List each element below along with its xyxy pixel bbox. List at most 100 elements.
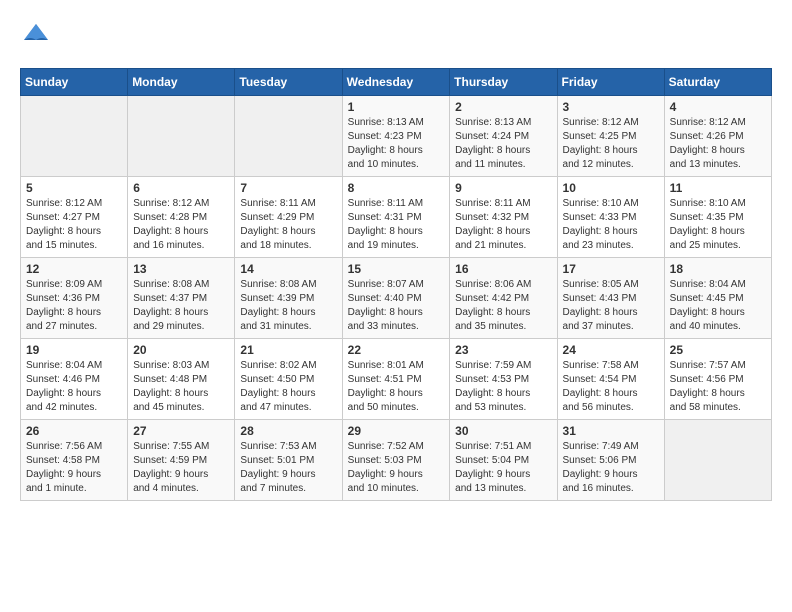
weekday-header-tuesday: Tuesday — [235, 69, 342, 96]
day-number: 17 — [563, 262, 659, 276]
day-cell: 17 Sunrise: 8:05 AM Sunset: 4:43 PM Dayli… — [557, 258, 664, 339]
day-number: 16 — [455, 262, 551, 276]
day-cell: 22Sunrise: 8:01 AM Sunset: 4:51 PM Dayli… — [342, 339, 450, 420]
day-cell: 16 Sunrise: 8:06 AM Sunset: 4:42 PM Dayli… — [450, 258, 557, 339]
day-info: Sunrise: 7:52 AM Sunset: 5:03 PM Dayligh… — [348, 440, 445, 496]
day-number: 23 — [455, 343, 551, 357]
day-info: Sunrise: 7:51 AM Sunset: 5:04 PM Dayligh… — [455, 440, 551, 496]
day-info: Sunrise: 8:11 AM Sunset: 4:32 PM Dayligh… — [455, 197, 551, 253]
day-info: Sunrise: 8:08 AM Sunset: 4:39 PM Dayligh… — [240, 278, 336, 334]
day-info: Sunrise: 8:07 AM Sunset: 4:40 PM Dayligh… — [348, 278, 445, 334]
week-row-1: 1 Sunrise: 8:13 AM Sunset: 4:23 PM Daylig… — [21, 96, 772, 177]
day-number: 28 — [240, 424, 336, 438]
weekday-header-sunday: Sunday — [21, 69, 128, 96]
day-number: 4 — [670, 100, 766, 114]
day-cell — [664, 420, 771, 501]
day-info: Sunrise: 8:04 AM Sunset: 4:46 PM Dayligh… — [26, 359, 122, 415]
day-number: 2 — [455, 100, 551, 114]
day-cell: 31 Sunrise: 7:49 AM Sunset: 5:06 PM Dayli… — [557, 420, 664, 501]
day-info: Sunrise: 8:12 AM Sunset: 4:28 PM Dayligh… — [133, 197, 229, 253]
day-number: 9 — [455, 181, 551, 195]
day-cell: 30Sunrise: 7:51 AM Sunset: 5:04 PM Dayli… — [450, 420, 557, 501]
day-cell: 10 Sunrise: 8:10 AM Sunset: 4:33 PM Dayli… — [557, 177, 664, 258]
day-number: 31 — [563, 424, 659, 438]
weekday-header-friday: Friday — [557, 69, 664, 96]
day-info: Sunrise: 8:11 AM Sunset: 4:29 PM Dayligh… — [240, 197, 336, 253]
day-number: 11 — [670, 181, 766, 195]
weekday-header-saturday: Saturday — [664, 69, 771, 96]
day-info: Sunrise: 8:12 AM Sunset: 4:25 PM Dayligh… — [563, 116, 659, 172]
logo-icon — [20, 20, 52, 52]
day-info: Sunrise: 7:56 AM Sunset: 4:58 PM Dayligh… — [26, 440, 122, 496]
day-cell: 5Sunrise: 8:12 AM Sunset: 4:27 PM Daylig… — [21, 177, 128, 258]
day-info: Sunrise: 7:49 AM Sunset: 5:06 PM Dayligh… — [563, 440, 659, 496]
day-info: Sunrise: 7:58 AM Sunset: 4:54 PM Dayligh… — [563, 359, 659, 415]
day-info: Sunrise: 7:59 AM Sunset: 4:53 PM Dayligh… — [455, 359, 551, 415]
day-cell — [235, 96, 342, 177]
day-number: 15 — [348, 262, 445, 276]
day-cell: 18 Sunrise: 8:04 AM Sunset: 4:45 PM Dayli… — [664, 258, 771, 339]
day-cell: 14Sunrise: 8:08 AM Sunset: 4:39 PM Dayli… — [235, 258, 342, 339]
day-cell — [128, 96, 235, 177]
day-info: Sunrise: 7:53 AM Sunset: 5:01 PM Dayligh… — [240, 440, 336, 496]
weekday-header-row: SundayMondayTuesdayWednesdayThursdayFrid… — [21, 69, 772, 96]
day-number: 10 — [563, 181, 659, 195]
day-info: Sunrise: 8:13 AM Sunset: 4:23 PM Dayligh… — [348, 116, 445, 172]
day-info: Sunrise: 8:06 AM Sunset: 4:42 PM Dayligh… — [455, 278, 551, 334]
calendar-table: SundayMondayTuesdayWednesdayThursdayFrid… — [20, 68, 772, 501]
day-cell: 2Sunrise: 8:13 AM Sunset: 4:24 PM Daylig… — [450, 96, 557, 177]
day-cell: 27 Sunrise: 7:55 AM Sunset: 4:59 PM Dayli… — [128, 420, 235, 501]
day-number: 25 — [670, 343, 766, 357]
day-cell: 20 Sunrise: 8:03 AM Sunset: 4:48 PM Dayli… — [128, 339, 235, 420]
day-info: Sunrise: 8:11 AM Sunset: 4:31 PM Dayligh… — [348, 197, 445, 253]
day-cell: 9 Sunrise: 8:11 AM Sunset: 4:32 PM Daylig… — [450, 177, 557, 258]
day-info: Sunrise: 8:12 AM Sunset: 4:26 PM Dayligh… — [670, 116, 766, 172]
week-row-3: 12 Sunrise: 8:09 AM Sunset: 4:36 PM Dayli… — [21, 258, 772, 339]
weekday-header-wednesday: Wednesday — [342, 69, 450, 96]
day-cell: 24 Sunrise: 7:58 AM Sunset: 4:54 PM Dayli… — [557, 339, 664, 420]
day-number: 7 — [240, 181, 336, 195]
day-cell: 7 Sunrise: 8:11 AM Sunset: 4:29 PM Daylig… — [235, 177, 342, 258]
day-info: Sunrise: 8:10 AM Sunset: 4:35 PM Dayligh… — [670, 197, 766, 253]
weekday-header-monday: Monday — [128, 69, 235, 96]
day-cell: 12 Sunrise: 8:09 AM Sunset: 4:36 PM Dayli… — [21, 258, 128, 339]
day-cell: 26 Sunrise: 7:56 AM Sunset: 4:58 PM Dayli… — [21, 420, 128, 501]
day-info: Sunrise: 7:55 AM Sunset: 4:59 PM Dayligh… — [133, 440, 229, 496]
day-number: 1 — [348, 100, 445, 114]
day-info: Sunrise: 8:08 AM Sunset: 4:37 PM Dayligh… — [133, 278, 229, 334]
week-row-4: 19 Sunrise: 8:04 AM Sunset: 4:46 PM Dayli… — [21, 339, 772, 420]
day-cell: 15 Sunrise: 8:07 AM Sunset: 4:40 PM Dayli… — [342, 258, 450, 339]
day-info: Sunrise: 8:03 AM Sunset: 4:48 PM Dayligh… — [133, 359, 229, 415]
day-info: Sunrise: 8:05 AM Sunset: 4:43 PM Dayligh… — [563, 278, 659, 334]
day-cell: 1 Sunrise: 8:13 AM Sunset: 4:23 PM Daylig… — [342, 96, 450, 177]
day-info: Sunrise: 8:01 AM Sunset: 4:51 PM Dayligh… — [348, 359, 445, 415]
day-info: Sunrise: 8:02 AM Sunset: 4:50 PM Dayligh… — [240, 359, 336, 415]
day-number: 27 — [133, 424, 229, 438]
day-cell: 29 Sunrise: 7:52 AM Sunset: 5:03 PM Dayli… — [342, 420, 450, 501]
day-info: Sunrise: 7:57 AM Sunset: 4:56 PM Dayligh… — [670, 359, 766, 415]
day-cell: 6Sunrise: 8:12 AM Sunset: 4:28 PM Daylig… — [128, 177, 235, 258]
day-number: 26 — [26, 424, 122, 438]
weekday-header-thursday: Thursday — [450, 69, 557, 96]
day-number: 3 — [563, 100, 659, 114]
day-number: 13 — [133, 262, 229, 276]
day-cell: 4 Sunrise: 8:12 AM Sunset: 4:26 PM Daylig… — [664, 96, 771, 177]
page-header — [20, 20, 772, 52]
day-number: 8 — [348, 181, 445, 195]
day-number: 19 — [26, 343, 122, 357]
day-number: 21 — [240, 343, 336, 357]
day-number: 24 — [563, 343, 659, 357]
day-info: Sunrise: 8:10 AM Sunset: 4:33 PM Dayligh… — [563, 197, 659, 253]
day-number: 12 — [26, 262, 122, 276]
day-number: 5 — [26, 181, 122, 195]
day-cell: 19 Sunrise: 8:04 AM Sunset: 4:46 PM Dayli… — [21, 339, 128, 420]
logo — [20, 20, 56, 52]
day-info: Sunrise: 8:09 AM Sunset: 4:36 PM Dayligh… — [26, 278, 122, 334]
day-info: Sunrise: 8:04 AM Sunset: 4:45 PM Dayligh… — [670, 278, 766, 334]
day-cell: 25 Sunrise: 7:57 AM Sunset: 4:56 PM Dayli… — [664, 339, 771, 420]
day-number: 20 — [133, 343, 229, 357]
day-number: 18 — [670, 262, 766, 276]
day-number: 29 — [348, 424, 445, 438]
day-cell: 8 Sunrise: 8:11 AM Sunset: 4:31 PM Daylig… — [342, 177, 450, 258]
week-row-2: 5Sunrise: 8:12 AM Sunset: 4:27 PM Daylig… — [21, 177, 772, 258]
